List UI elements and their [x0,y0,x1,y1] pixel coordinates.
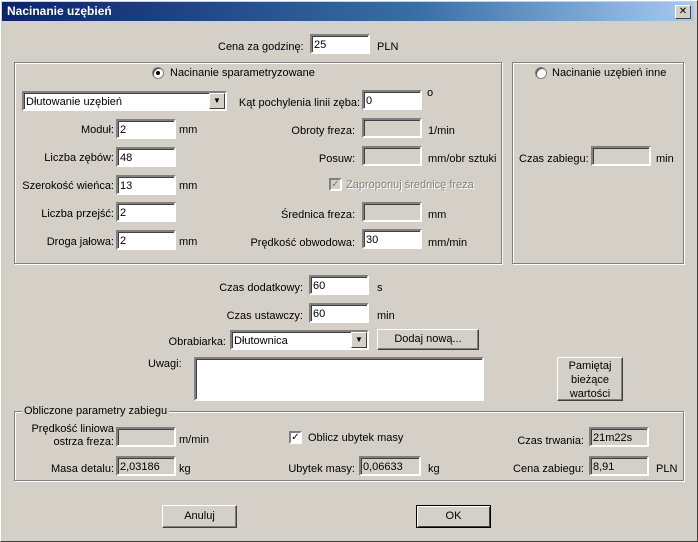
ustawczy-input[interactable]: 60 [309,303,369,323]
pamietaj-line1: Pamiętaj [568,360,612,372]
masa-unit: kg [179,463,191,475]
radio-sparametryzowane[interactable] [152,67,164,79]
pamietaj-button[interactable]: Pamiętaj bieżące wartości [557,357,623,401]
srednica-label: Średnica freza: [281,209,355,221]
szer-input[interactable]: 13 [116,175,176,195]
dodatkowy-label: Czas dodatkowy: [219,282,303,294]
czas-trwania-label: Czas trwania: [517,435,584,447]
dodaj-button[interactable]: Dodaj nową... [377,329,479,350]
chevron-down-icon[interactable]: ▼ [209,93,225,109]
ubytek-label: Ubytek masy: [288,463,355,475]
ustawczy-label: Czas ustawczy: [226,310,303,322]
droga-label: Droga jałowa: [46,236,114,248]
res-predkosc-input [116,427,176,447]
method-select[interactable]: Dłutowanie uzębień ▼ [22,91,227,111]
predkosc-label: Prędkość obwodowa: [250,237,355,249]
inne-czas-label: Czas zabiegu: [519,153,589,165]
radio-inne[interactable] [535,67,547,79]
kat-label: Kąt pochylenia linii zęba: [238,97,360,109]
masa-label: Masa detalu: [51,463,114,475]
radio-inne-label: Nacinanie uzębień inne [550,66,669,80]
zebow-label: Liczba zębów: [44,152,114,164]
res-predkosc-line1: Prędkość liniowa [31,423,114,435]
cena-input[interactable]: 25 [310,34,370,54]
obroty-label: Obroty freza: [291,125,355,137]
droga-unit: mm [179,236,198,248]
kat-unit: o [427,87,434,99]
posuw-input [362,146,422,166]
cena-label: Cena za godzinę: [218,41,304,53]
cena-zabiegu-label: Cena zabiegu: [513,463,584,475]
przejsc-label: Liczba przejść: [41,208,114,220]
method-select-value: Dłutowanie uzębień [26,96,123,108]
obroty-input [362,118,422,138]
zaproponuj-label: Zaproponuj średnicę freza [346,179,474,191]
cena-unit: PLN [377,41,399,53]
szer-unit: mm [179,180,198,192]
zebow-input[interactable]: 48 [116,147,176,167]
cena-zabiegu-input: 8,91 [589,456,649,476]
cancel-button[interactable]: Anuluj [162,505,237,528]
czas-trwania-input: 21m22s [589,427,649,447]
modul-input[interactable]: 2 [116,119,176,139]
ustawczy-unit: min [377,310,395,322]
szer-label: Szerokość wieńca: [22,180,114,192]
inne-czas-input [591,146,651,166]
przejsc-input[interactable]: 2 [116,202,176,222]
masa-input: 2,03186 [116,456,176,476]
obroty-unit: 1/min [428,125,455,137]
close-icon[interactable]: ✕ [675,5,691,19]
obrabiarka-value: Dłutownica [234,335,288,347]
title-bar: Nacinanie uzębień ✕ [2,2,694,21]
zaproponuj-checkbox[interactable]: ✓ [329,178,342,191]
inne-czas-unit: min [656,153,674,165]
radio-sparametryzowane-label: Nacinanie sparametryzowane [168,66,317,80]
pamietaj-line2: bieżące [571,374,609,386]
res-predkosc-unit: m/min [179,434,209,446]
uwagi-textarea[interactable] [194,357,484,401]
res-predkosc-line2: ostrza freza: [53,436,114,448]
chevron-down-icon[interactable]: ▼ [351,332,367,348]
ok-button[interactable]: OK [416,505,491,528]
srednica-input [362,202,422,222]
posuw-unit: mm/obr sztuki [428,153,497,165]
pamietaj-line3: wartości [569,388,611,400]
kat-input[interactable]: 0 [362,90,422,110]
modul-label: Moduł: [80,124,114,136]
dodatkowy-unit: s [377,282,383,294]
droga-input[interactable]: 2 [116,230,176,250]
obrabiarka-select[interactable]: Dłutownica ▼ [230,330,369,350]
predkosc-input[interactable]: 30 [362,229,422,249]
cena-zabiegu-unit: PLN [656,463,678,475]
oblicz-label: Oblicz ubytek masy [308,432,404,444]
window-title: Nacinanie uzębień [7,4,112,18]
modul-unit: mm [179,124,198,136]
ubytek-input: 0,06633 [359,456,421,476]
dodatkowy-input[interactable]: 60 [309,275,369,295]
obrabiarka-label: Obrabiarka: [168,336,226,348]
srednica-unit: mm [428,209,447,221]
ubytek-unit: kg [428,463,440,475]
uwagi-label: Uwagi: [148,358,182,370]
posuw-label: Posuw: [318,153,355,165]
oblicz-checkbox[interactable]: ✓ [289,431,302,444]
results-group-title: Obliczone parametry zabiegu [22,404,170,418]
predkosc-unit: mm/min [428,237,468,249]
